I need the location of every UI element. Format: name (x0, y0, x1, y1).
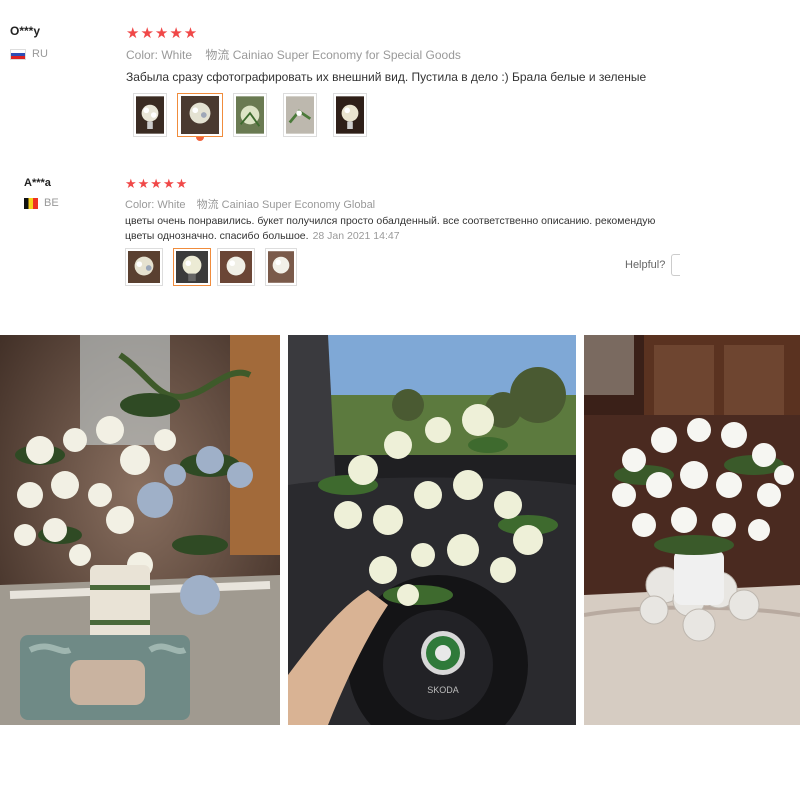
helpful-prompt: Helpful? (625, 254, 681, 276)
reviewer-name: A***a (24, 177, 51, 189)
review-text-line-1: цветы очень понравились. букет получился… (125, 215, 656, 227)
reviewer-country: RU (10, 48, 48, 60)
country-code: BE (44, 197, 59, 209)
color-label: Color: (126, 48, 159, 62)
selected-indicator (196, 137, 204, 141)
thumbnail-3[interactable] (217, 248, 255, 286)
shipping-label: 物流 (196, 199, 219, 211)
review-meta: Color: White 物流 Cainiao Super Economy fo… (126, 46, 461, 63)
star-rating: ★★★★★ (126, 25, 199, 42)
thumbnail-3[interactable] (233, 93, 267, 137)
bouquet-photo-3 (584, 335, 800, 725)
shipping-value: Cainiao Super Economy Global (221, 199, 376, 211)
thumbnail-4[interactable] (265, 248, 297, 286)
country-code: RU (32, 48, 48, 60)
color-value: White (161, 48, 193, 62)
bouquet-photo-1 (0, 335, 280, 725)
review-1: O***y RU ★★★★★ Color: White 物流 Cainiao S… (0, 0, 800, 150)
color-label: Color: (125, 199, 155, 211)
russia-flag-icon (10, 48, 26, 60)
shipping-value: Cainiao Super Economy for Special Goods (232, 48, 461, 62)
review-text: цветы очень понравились. букет получился… (125, 214, 655, 244)
review-photo-table (584, 335, 800, 725)
thumbnail-1[interactable] (125, 248, 163, 286)
review-meta: Color: White 物流 Cainiao Super Economy Gl… (125, 196, 375, 212)
review-text-line-2: цветы однозначно. спасибо большое. (125, 230, 309, 242)
reviewer-name: O***y (10, 24, 41, 38)
review-photo-thumbnails (125, 248, 297, 286)
thumbnail-1[interactable] (133, 93, 167, 137)
thumbnail-5[interactable] (333, 93, 367, 137)
belgium-flag-icon (24, 197, 38, 209)
review-photo-car: SKODA (288, 335, 576, 725)
thumbnail-4[interactable] (283, 93, 317, 137)
review-text: Забыла сразу сфотографировать их внешний… (126, 70, 647, 84)
helpful-yes-button[interactable] (671, 254, 681, 276)
reviewer-country: BE (24, 197, 59, 209)
review-photo-thumbnails (133, 93, 367, 141)
review-date: 28 Jan 2021 14:47 (312, 230, 400, 242)
shipping-label: 物流 (205, 48, 230, 62)
car-badge-text: SKODA (427, 685, 459, 695)
review-photo-vase-with-frame (0, 335, 280, 725)
color-value: White (157, 199, 186, 211)
review-2: A***a BE ★★★★★ Color: White 物流 Cainiao S… (0, 160, 800, 300)
helpful-label: Helpful? (625, 259, 666, 271)
thumbnail-2-selected[interactable] (177, 93, 223, 141)
star-rating: ★★★★★ (125, 176, 189, 191)
bouquet-photo-2: SKODA (288, 335, 576, 725)
thumbnail-2-selected[interactable] (173, 248, 211, 286)
